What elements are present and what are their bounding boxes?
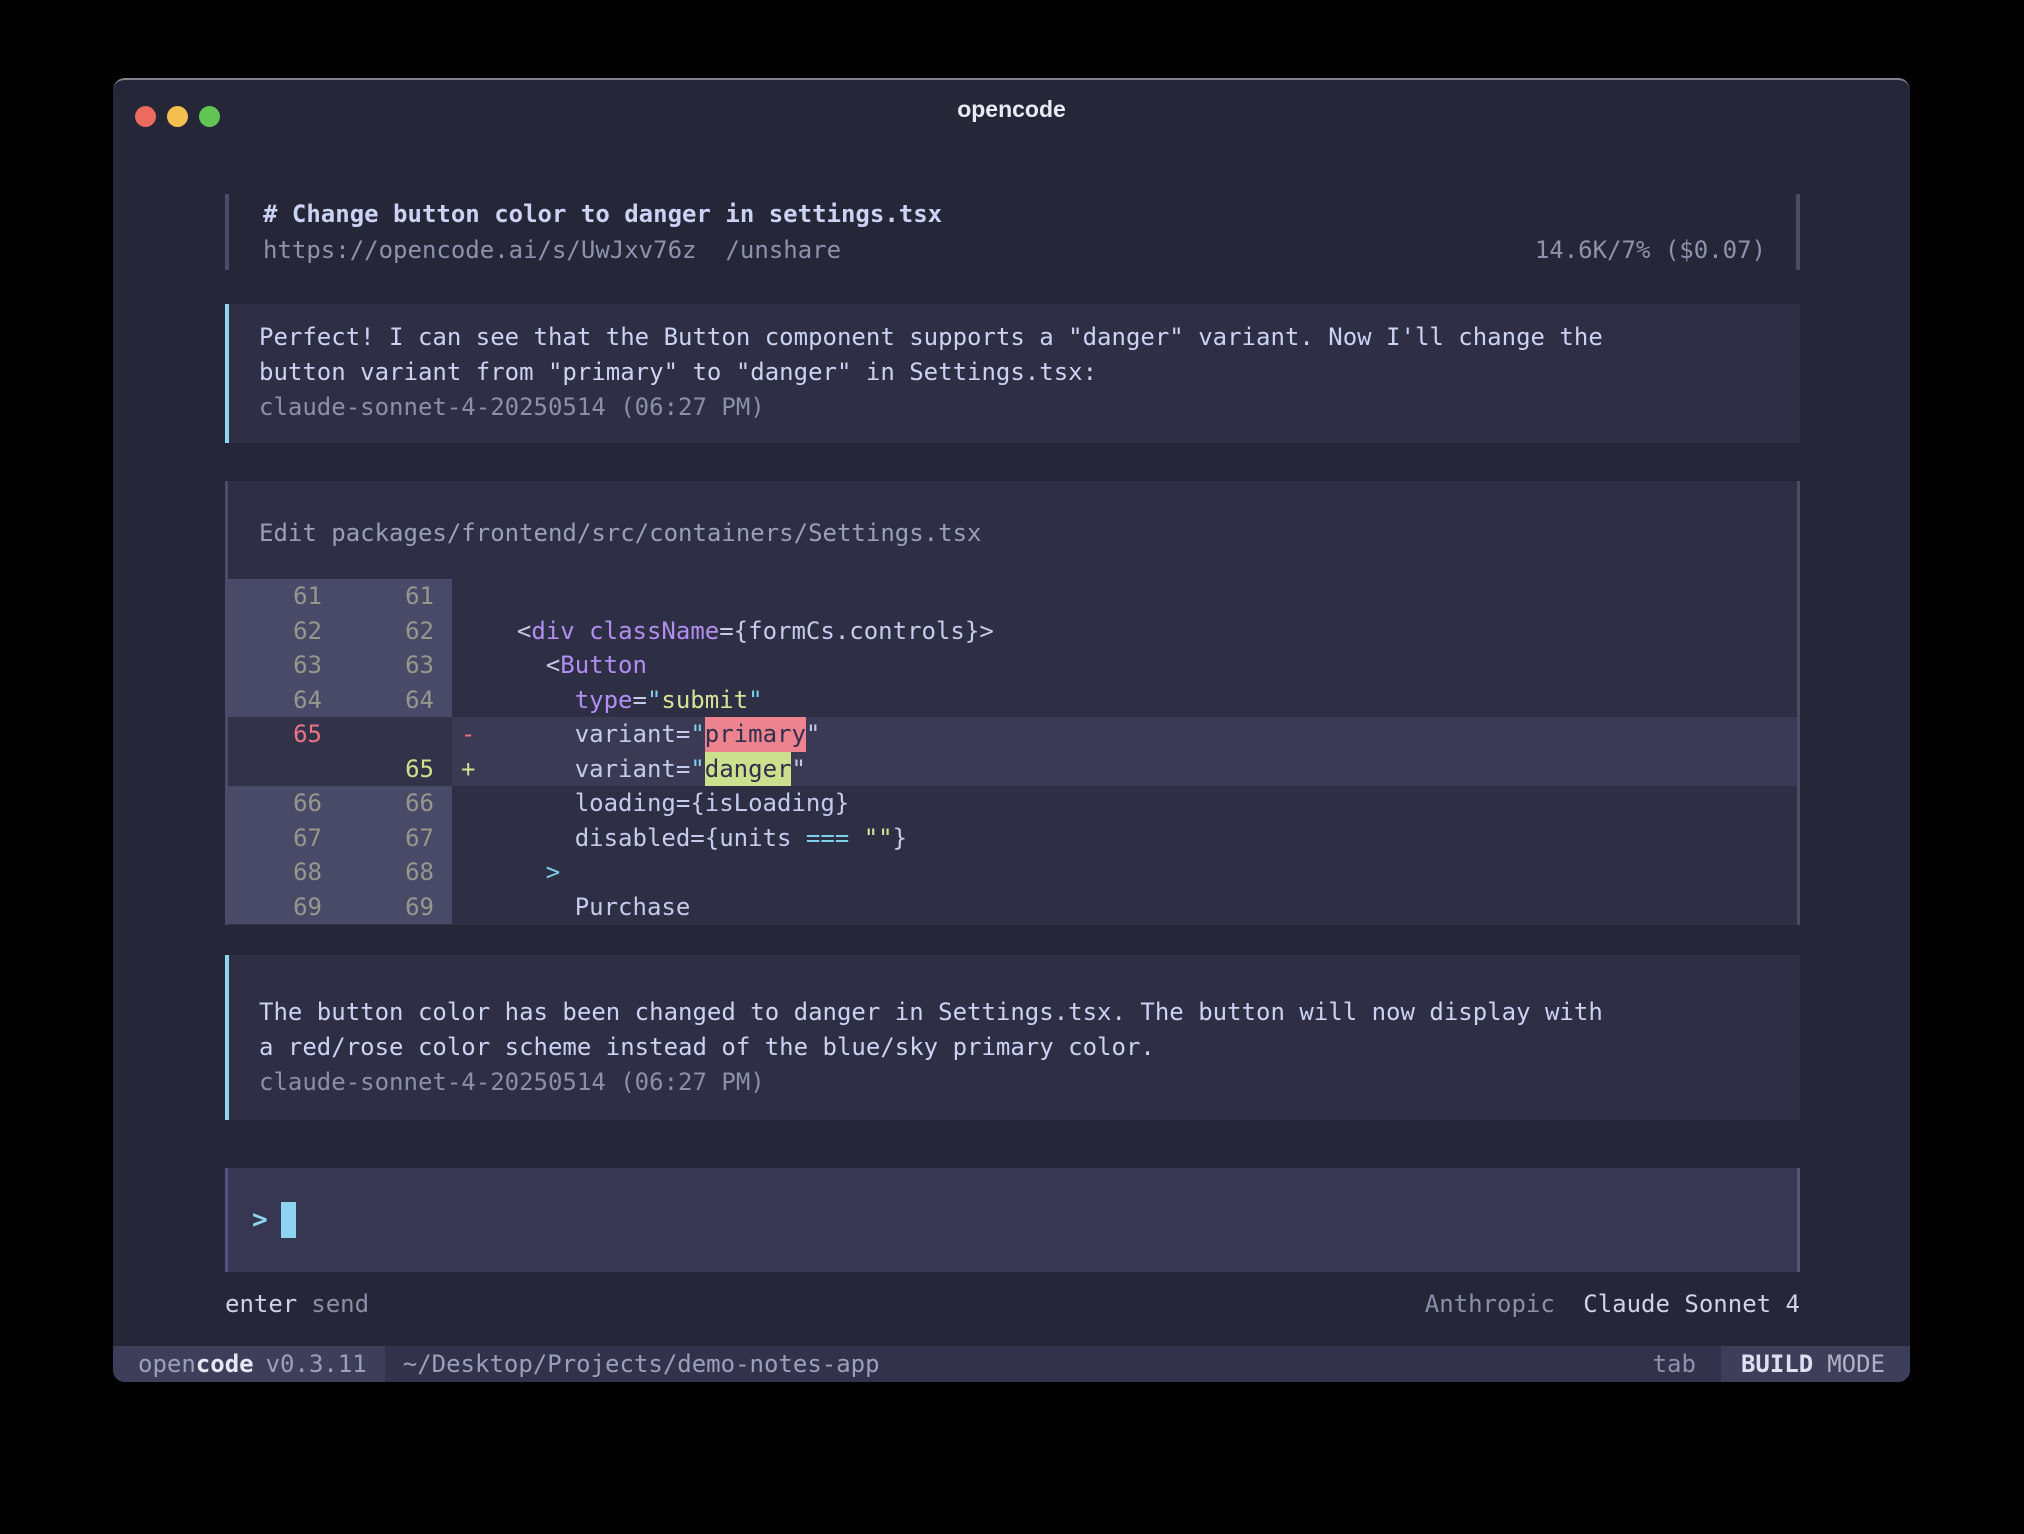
edit-tool-panel: Edit packages/frontend/src/containers/Se… [225, 481, 1800, 925]
diff-marker: - [452, 717, 488, 752]
message-text: The button color has been changed to dan… [259, 995, 1770, 1065]
assistant-message: The button color has been changed to dan… [225, 955, 1800, 1120]
model-label: Claude Sonnet 4 [1583, 1290, 1800, 1318]
diff-code-line: <div className={formCs.controls}> [452, 614, 1797, 649]
unshare-command[interactable]: /unshare [725, 232, 841, 268]
gutter-old-line-number: 67 [228, 821, 340, 856]
diff-code-line: Purchase [452, 890, 1797, 925]
diff-table: 61616262 <div className={formCs.controls… [228, 579, 1797, 924]
diff-code-line: type="submit" [452, 683, 1797, 718]
enter-key-hint: enter [225, 1288, 297, 1320]
gutter-new-line-number: 68 [340, 855, 452, 890]
gutter-new-line-number: 61 [340, 579, 452, 614]
diff-marker [452, 579, 488, 614]
gutter-new-line-number: 66 [340, 786, 452, 821]
gutter-old-line-number: 66 [228, 786, 340, 821]
gutter-new-line-number: 64 [340, 683, 452, 718]
diff-marker [452, 614, 488, 649]
project-path: ~/Desktop/Projects/demo-notes-app [403, 1350, 880, 1378]
send-action-hint: send [311, 1288, 369, 1320]
diff-marker [452, 683, 488, 718]
assistant-message: Perfect! I can see that the Button compo… [225, 304, 1800, 443]
gutter-new-line-number: 63 [340, 648, 452, 683]
gutter-old-line-number: 68 [228, 855, 340, 890]
diff-marker [452, 890, 488, 925]
diff-code-line: disabled={units === ""} [452, 821, 1797, 856]
app-name-code: code [196, 1350, 254, 1378]
session-header: # Change button color to danger in setti… [225, 194, 1800, 270]
diff-row: 6262 <div className={formCs.controls}> [228, 614, 1797, 649]
gutter-old-line-number: 63 [228, 648, 340, 683]
mode-badge: BUILD MODE [1721, 1346, 1910, 1382]
token-usage: 14.6K/7% ($0.07) [1535, 232, 1766, 268]
diff-code-line: + variant="danger" [452, 752, 1797, 787]
mode-name: BUILD [1741, 1350, 1813, 1378]
text-cursor [281, 1202, 296, 1238]
gutter-new-line-number: 69 [340, 890, 452, 925]
gutter-old-line-number [228, 752, 340, 787]
diff-code-line: loading={isLoading} [452, 786, 1797, 821]
diff-row: 65 - variant="primary" [228, 717, 1797, 752]
diff-marker [452, 648, 488, 683]
diff-row: 6767 disabled={units === ""} [228, 821, 1797, 856]
gutter-old-line-number: 61 [228, 579, 340, 614]
gutter-new-line-number: 65 [340, 752, 452, 787]
edit-tool-title: Edit packages/frontend/src/containers/Se… [228, 515, 1797, 551]
gutter-old-line-number: 64 [228, 683, 340, 718]
message-text: Perfect! I can see that the Button compo… [259, 320, 1770, 390]
diff-row: 6363 <Button [228, 648, 1797, 683]
tab-key-hint[interactable]: tab [1653, 1350, 1696, 1378]
gutter-old-line-number: 62 [228, 614, 340, 649]
prompt-chevron-icon: > [252, 1205, 268, 1235]
gutter-old-line-number: 65 [228, 717, 340, 752]
diff-code-line: <Button [452, 648, 1797, 683]
session-title: # Change button color to danger in setti… [263, 196, 1766, 232]
diff-row: 6464 type="submit" [228, 683, 1797, 718]
titlebar[interactable]: opencode [113, 80, 1910, 138]
share-url-link[interactable]: https://opencode.ai/s/UwJxv76z [263, 232, 696, 268]
opencode-window: opencode # Change button color to danger… [113, 78, 1910, 1382]
message-meta: claude-sonnet-4-20250514 (06:27 PM) [259, 390, 1770, 425]
app-version: v0.3.11 [266, 1350, 367, 1378]
app-name-open: open [138, 1350, 196, 1378]
diff-code-line: - variant="primary" [452, 717, 1797, 752]
gutter-old-line-number: 69 [228, 890, 340, 925]
footer-hints: enter send Anthropic Claude Sonnet 4 [225, 1288, 1800, 1320]
prompt-input[interactable]: > [225, 1168, 1800, 1272]
diff-marker [452, 821, 488, 856]
message-meta: claude-sonnet-4-20250514 (06:27 PM) [259, 1065, 1770, 1100]
diff-marker [452, 786, 488, 821]
diff-row: 6969 Purchase [228, 890, 1797, 925]
gutter-new-line-number: 67 [340, 821, 452, 856]
window-title: opencode [113, 80, 1910, 138]
diff-code-line [452, 579, 1797, 614]
diff-marker: + [452, 752, 488, 787]
diff-code-line: > [452, 855, 1797, 890]
mode-suffix: MODE [1827, 1350, 1885, 1378]
diff-row: 6666 loading={isLoading} [228, 786, 1797, 821]
diff-row: 65+ variant="danger" [228, 752, 1797, 787]
gutter-new-line-number: 62 [340, 614, 452, 649]
diff-row: 6161 [228, 579, 1797, 614]
statusbar: opencode v0.3.11 ~/Desktop/Projects/demo… [113, 1346, 1910, 1382]
app-version-badge: opencode v0.3.11 [113, 1346, 385, 1382]
diff-row: 6868 > [228, 855, 1797, 890]
gutter-new-line-number [340, 717, 452, 752]
diff-marker [452, 855, 488, 890]
provider-label: Anthropic [1425, 1290, 1555, 1318]
